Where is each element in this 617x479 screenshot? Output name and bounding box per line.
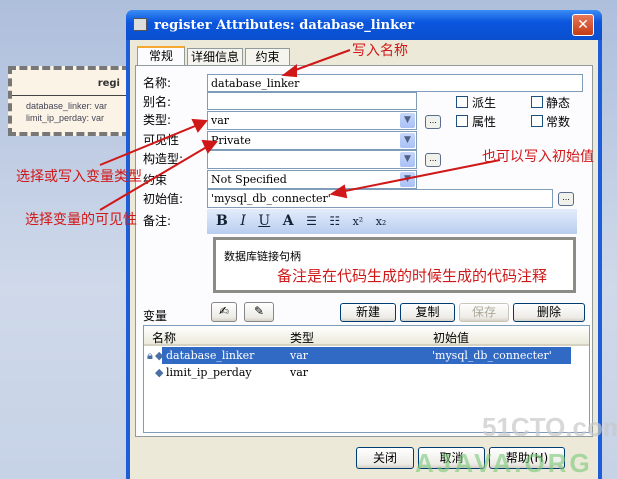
arrowhead bbox=[201, 139, 218, 154]
arrowhead bbox=[329, 184, 348, 199]
annotation-visibility: 选择变量的可见性 bbox=[25, 212, 137, 228]
watermark-ajava: AJAVA.ORG bbox=[415, 448, 593, 478]
watermark-51cto: 51CTO.com bbox=[482, 412, 617, 442]
arrowhead bbox=[191, 118, 208, 133]
arrow-initial bbox=[339, 159, 501, 193]
annotation-arrows bbox=[99, 49, 501, 211]
arrow-name bbox=[289, 49, 351, 73]
annotation-notes: 备注是在代码生成的时候生成的代码注释 bbox=[277, 267, 548, 285]
annotation-type: 选择或写入变量类型 bbox=[16, 169, 142, 185]
arrowhead bbox=[281, 64, 297, 78]
annotation-name: 写入名称 bbox=[352, 43, 408, 59]
annotation-initial: 也可以写入初始值 bbox=[482, 149, 594, 165]
